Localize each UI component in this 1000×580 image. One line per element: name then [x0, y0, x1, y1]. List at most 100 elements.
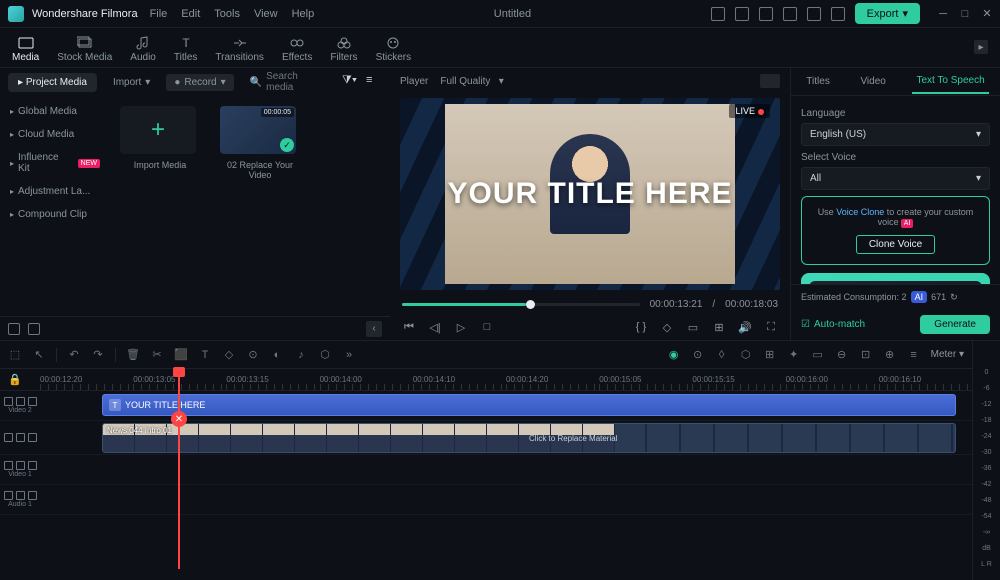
- settings-icon[interactable]: ⊞: [712, 320, 726, 334]
- tl-track3-icon[interactable]: ⬡: [739, 348, 753, 362]
- tabs-more-icon[interactable]: ▸: [974, 40, 988, 54]
- effects-icon: [289, 36, 305, 50]
- sidebar-global-media[interactable]: Global Media: [0, 100, 110, 123]
- tab-titles[interactable]: TTitles: [174, 36, 198, 67]
- account-icon[interactable]: [831, 7, 845, 21]
- minimize-button[interactable]: ─: [938, 9, 948, 19]
- sort-icon[interactable]: ≡: [366, 74, 382, 90]
- tl-marker-icon[interactable]: ◉: [667, 348, 681, 362]
- menu-tools[interactable]: Tools: [214, 8, 240, 20]
- prev-frame-icon[interactable]: ⏮: [402, 320, 416, 334]
- auto-match-checkbox[interactable]: ☑ Auto-match: [801, 319, 865, 330]
- folder-new-icon[interactable]: [8, 323, 20, 335]
- menu-view[interactable]: View: [254, 8, 278, 20]
- tl-track2-icon[interactable]: ◊: [715, 348, 729, 362]
- tl-text-icon[interactable]: T: [198, 348, 212, 362]
- display-icon[interactable]: ▭: [686, 320, 700, 334]
- playhead-marker-icon[interactable]: ✕: [171, 411, 187, 427]
- search-input[interactable]: 🔍 Search media: [242, 68, 334, 96]
- tl-keyframe-icon[interactable]: ◇: [222, 348, 236, 362]
- media-thumbnail[interactable]: 00:00:05 ✓ 02 Replace Your Video: [220, 106, 300, 180]
- sidebar-adjustment-layer[interactable]: Adjustment La...: [0, 180, 110, 203]
- player-tab[interactable]: Player: [400, 76, 428, 87]
- playhead[interactable]: ✕: [178, 369, 180, 569]
- tab-audio[interactable]: Audio: [130, 36, 156, 67]
- tab-stock-media[interactable]: Stock Media: [57, 36, 112, 67]
- refresh-icon[interactable]: [783, 7, 797, 21]
- tl-mixer-icon[interactable]: ≡: [907, 348, 921, 362]
- menu-file[interactable]: File: [150, 8, 168, 20]
- volume-icon[interactable]: 🔊: [738, 320, 752, 334]
- layout-icon[interactable]: [711, 7, 725, 21]
- tl-render-icon[interactable]: ▭: [811, 348, 825, 362]
- sidebar-cloud-media[interactable]: Cloud Media: [0, 123, 110, 146]
- tl-speed-icon[interactable]: ⊙: [246, 348, 260, 362]
- tl-mask-icon[interactable]: ⬡: [318, 348, 332, 362]
- record-dropdown[interactable]: ● Record ▾: [166, 74, 233, 91]
- voice-clone-link[interactable]: Voice Clone: [836, 207, 884, 217]
- tl-zoom-fit-icon[interactable]: ⊡: [859, 348, 873, 362]
- tl-undo-icon[interactable]: ↶: [67, 348, 81, 362]
- generate-button[interactable]: Generate: [920, 315, 990, 334]
- tl-delete-icon[interactable]: 🗑: [126, 348, 140, 362]
- tl-select-icon[interactable]: ⬚: [8, 348, 22, 362]
- tl-track4-icon[interactable]: ⊞: [763, 348, 777, 362]
- sidebar-influence-kit[interactable]: Influence KitNEW: [0, 146, 110, 180]
- video-clip[interactable]: News 044 Intro 01 Click to Replace Mater…: [102, 423, 956, 453]
- media-icon: [18, 36, 34, 50]
- title-clip[interactable]: YOUR TITLE HERE: [102, 394, 956, 416]
- sidebar-compound-clip[interactable]: Compound Clip: [0, 203, 110, 226]
- tl-cut-icon[interactable]: ✂: [150, 348, 164, 362]
- preview-viewport[interactable]: YOUR TITLE HERE LIVE: [400, 98, 780, 290]
- cloud-icon[interactable]: [759, 7, 773, 21]
- save-icon[interactable]: [735, 7, 749, 21]
- marker-icon[interactable]: ◇: [660, 320, 674, 334]
- rp-tab-tts[interactable]: Text To Speech: [912, 69, 988, 94]
- tl-audio-icon[interactable]: ♪: [294, 348, 308, 362]
- scrub-slider[interactable]: [402, 303, 640, 306]
- fullscreen-icon[interactable]: ⛶: [764, 320, 778, 334]
- export-button[interactable]: Export▾: [855, 3, 920, 24]
- list-view-icon[interactable]: [28, 323, 40, 335]
- tl-crop-icon[interactable]: ⬛: [174, 348, 188, 362]
- credits-icon[interactable]: [807, 7, 821, 21]
- tab-transitions[interactable]: Transitions: [215, 36, 264, 67]
- meter-label[interactable]: Meter ▾: [931, 349, 964, 360]
- stop-icon[interactable]: □: [480, 320, 494, 334]
- collapse-icon[interactable]: ‹: [366, 321, 382, 337]
- menu-edit[interactable]: Edit: [181, 8, 200, 20]
- audio-meter: 0 -6 -12 -18 -24 -30 -36 -42 -48 -54 -∞ …: [972, 341, 1000, 580]
- language-select[interactable]: English (US)▾: [801, 123, 990, 146]
- tl-redo-icon[interactable]: ↷: [91, 348, 105, 362]
- tl-more-icon[interactable]: »: [342, 348, 356, 362]
- maximize-button[interactable]: □: [960, 9, 970, 19]
- bracket-in-icon[interactable]: { }: [634, 320, 648, 334]
- project-media-header[interactable]: ▸ Project Media: [8, 73, 97, 92]
- estimated-consumption: Estimated Consumption: 2 AI 671 ↻: [801, 291, 958, 303]
- tl-zoom-in-icon[interactable]: ⊕: [883, 348, 897, 362]
- rp-tab-titles[interactable]: Titles: [802, 70, 834, 93]
- tl-effects2-icon[interactable]: ✦: [787, 348, 801, 362]
- tab-filters[interactable]: Filters: [330, 36, 357, 67]
- voice-select[interactable]: All▾: [801, 167, 990, 190]
- tl-track1-icon[interactable]: ⊙: [691, 348, 705, 362]
- app-logo: [8, 6, 24, 22]
- play-icon[interactable]: ▷: [454, 320, 468, 334]
- tab-effects[interactable]: Effects: [282, 36, 312, 67]
- clone-voice-button[interactable]: Clone Voice: [856, 235, 935, 254]
- tab-stickers[interactable]: Stickers: [376, 36, 412, 67]
- tab-media[interactable]: Media: [12, 36, 39, 67]
- import-media-card[interactable]: + Import Media: [120, 106, 200, 170]
- rp-tab-video[interactable]: Video: [856, 70, 889, 93]
- step-back-icon[interactable]: ◁|: [428, 320, 442, 334]
- tl-zoom-out-icon[interactable]: ⊖: [835, 348, 849, 362]
- lock-track-icon[interactable]: 🔒: [8, 373, 22, 386]
- tl-cursor-icon[interactable]: ↖: [32, 348, 46, 362]
- close-button[interactable]: ✕: [982, 9, 992, 19]
- import-dropdown[interactable]: Import ▾: [105, 74, 158, 91]
- tl-color-icon[interactable]: ◐: [270, 348, 284, 362]
- filter-icon[interactable]: ⧩▾: [342, 74, 358, 90]
- quality-dropdown[interactable]: Full Quality ▾: [440, 76, 503, 87]
- snapshot-icon[interactable]: [760, 74, 780, 88]
- menu-help[interactable]: Help: [292, 8, 315, 20]
